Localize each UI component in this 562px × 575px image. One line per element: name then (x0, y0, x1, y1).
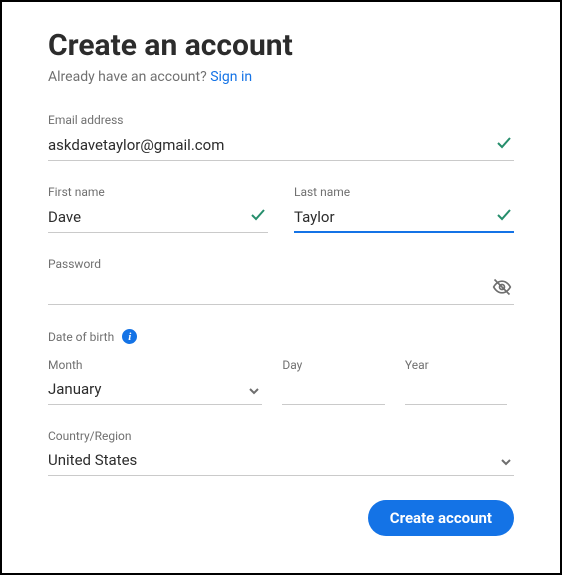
dob-section-label: Date of birth (48, 330, 114, 344)
year-select[interactable] (405, 376, 508, 405)
check-icon (250, 207, 266, 223)
last-name-field[interactable] (294, 208, 490, 226)
first-name-field[interactable] (48, 208, 244, 226)
last-name-label: Last name (294, 185, 514, 199)
check-icon (496, 135, 512, 151)
year-value (405, 380, 484, 398)
month-select[interactable]: January (48, 376, 262, 405)
email-label: Email address (48, 113, 514, 127)
day-value (282, 380, 361, 398)
signin-prompt: Already have an account? Sign in (48, 69, 514, 85)
password-label: Password (48, 257, 514, 271)
sign-in-link[interactable]: Sign in (210, 69, 252, 85)
day-label: Day (282, 358, 385, 372)
email-field[interactable] (48, 136, 490, 154)
month-label: Month (48, 358, 262, 372)
check-icon (496, 207, 512, 223)
first-name-label: First name (48, 185, 268, 199)
chevron-down-icon (500, 453, 512, 465)
country-label: Country/Region (48, 429, 514, 443)
chevron-down-icon (248, 382, 260, 394)
year-label: Year (405, 358, 508, 372)
day-select[interactable] (282, 376, 385, 405)
month-value: January (48, 380, 238, 398)
country-select[interactable]: United States (48, 447, 514, 476)
country-value: United States (48, 451, 490, 469)
page-title: Create an account (48, 28, 514, 63)
already-have-text: Already have an account? (48, 69, 210, 85)
eye-off-icon[interactable] (492, 277, 512, 297)
info-icon[interactable]: i (122, 329, 137, 344)
password-field[interactable] (48, 280, 490, 298)
create-account-button[interactable]: Create account (368, 500, 514, 536)
